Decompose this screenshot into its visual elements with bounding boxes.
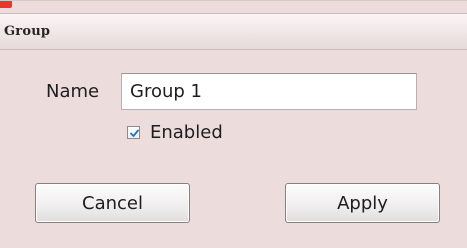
window-corner-accent <box>0 1 12 8</box>
enabled-checkbox[interactable] <box>127 125 140 139</box>
checkmark-icon <box>130 129 139 137</box>
dialog-title: Group <box>4 24 51 39</box>
apply-button[interactable]: Apply <box>285 183 440 223</box>
enabled-checkbox-row[interactable]: Enabled <box>127 121 223 143</box>
name-input[interactable] <box>121 73 417 110</box>
name-label: Name <box>46 81 100 102</box>
group-dialog: Group Name Enabled Cancel Apply <box>0 0 467 248</box>
cancel-button[interactable]: Cancel <box>35 183 190 223</box>
title-bar[interactable]: Group <box>0 13 467 50</box>
enabled-label: Enabled <box>150 121 223 143</box>
